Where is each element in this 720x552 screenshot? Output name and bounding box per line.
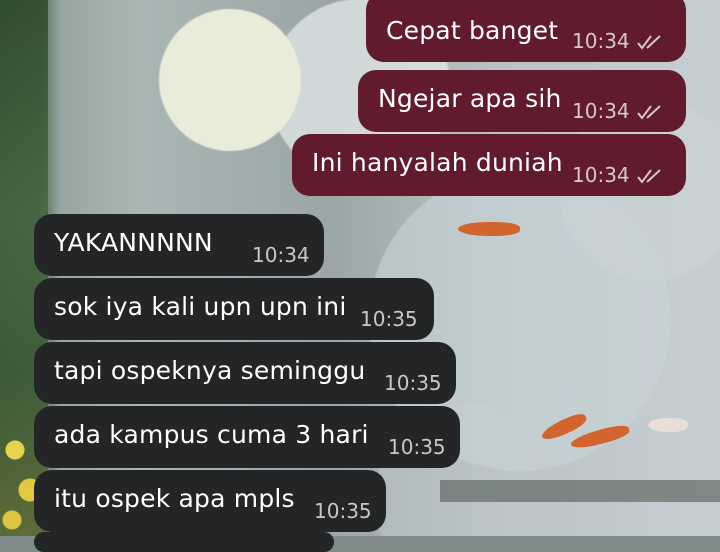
message-text: YAKANNNNN [54, 228, 213, 257]
message-bubble-incoming[interactable]: sok iya kali upn upn ini 10:35 [34, 278, 434, 340]
message-bubble-incoming[interactable]: itu ospek apa mpls 10:35 [34, 470, 386, 532]
message-time: 10:35 [314, 499, 372, 523]
double-check-icon [637, 105, 661, 120]
wallpaper-fish [458, 222, 520, 236]
wallpaper-tank [440, 480, 720, 502]
message-time: 10:34 [572, 29, 630, 53]
message-bubble-outgoing[interactable]: Cepat banget 10:34 [366, 0, 686, 62]
message-bubble-incoming-partial [34, 532, 334, 552]
message-bubble-incoming[interactable]: ada kampus cuma 3 hari 10:35 [34, 406, 460, 468]
wallpaper-fish [648, 418, 688, 432]
message-time: 10:35 [384, 371, 442, 395]
message-text: sok iya kali upn upn ini [54, 292, 347, 321]
message-text: ada kampus cuma 3 hari [54, 420, 369, 449]
message-time: 10:35 [388, 435, 446, 459]
message-bubble-incoming[interactable]: tapi ospeknya seminggu 10:35 [34, 342, 456, 404]
message-text: Ini hanyalah duniah [312, 148, 563, 177]
double-check-icon [637, 169, 661, 184]
double-check-icon [637, 35, 661, 50]
message-text: Ngejar apa sih [378, 84, 562, 113]
message-bubble-incoming[interactable]: YAKANNNNN 10:34 [34, 214, 324, 276]
message-text: Cepat banget [386, 16, 559, 45]
message-text: tapi ospeknya seminggu [54, 356, 366, 385]
message-time: 10:35 [360, 307, 418, 331]
message-bubble-outgoing[interactable]: Ngejar apa sih 10:34 [358, 70, 686, 132]
message-time: 10:34 [572, 99, 630, 123]
message-time: 10:34 [252, 243, 310, 267]
message-time: 10:34 [572, 163, 630, 187]
message-bubble-outgoing[interactable]: Ini hanyalah duniah 10:34 [292, 134, 686, 196]
message-text: itu ospek apa mpls [54, 484, 295, 513]
